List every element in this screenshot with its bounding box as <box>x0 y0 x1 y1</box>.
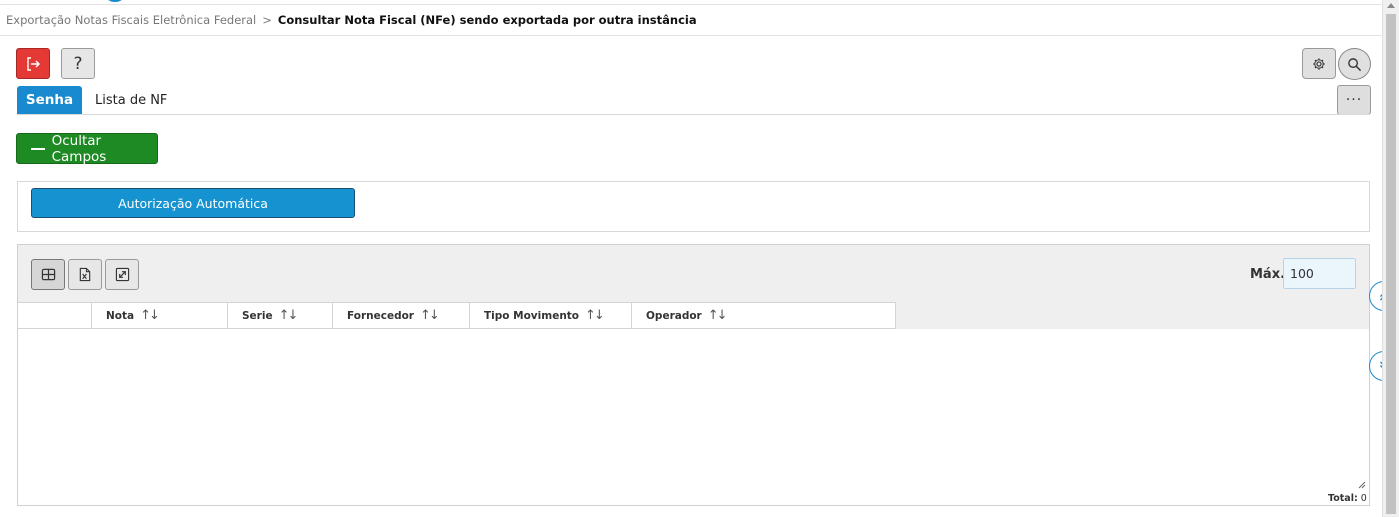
help-button[interactable]: ? <box>61 48 95 79</box>
breadcrumb-current: Consultar Nota Fiscal (NFe) sendo export… <box>277 13 697 27</box>
settings-button[interactable] <box>1302 48 1336 79</box>
column-header-serie[interactable]: Serie ↑↓ <box>228 303 333 328</box>
scroll-arrow-up-icon[interactable] <box>1387 3 1395 8</box>
ellipsis-icon: ··· <box>1345 92 1363 108</box>
column-label: Nota <box>106 309 135 322</box>
total-value: 0 <box>1360 493 1367 504</box>
exit-icon <box>27 56 40 71</box>
column-header-fornecedor[interactable]: Fornecedor ↑↓ <box>333 303 470 328</box>
breadcrumb-divider <box>0 35 1382 36</box>
column-label: Tipo Movimento <box>484 309 580 322</box>
column-header-nota[interactable]: Nota ↑↓ <box>92 303 228 328</box>
search-button[interactable] <box>1338 48 1371 80</box>
sort-icon[interactable]: ↑↓ <box>140 308 160 323</box>
grid-icon <box>41 268 55 281</box>
sort-icon[interactable]: ↑↓ <box>279 308 299 323</box>
column-header-tipo-movimento[interactable]: Tipo Movimento ↑↓ <box>470 303 632 328</box>
gear-icon <box>1313 57 1325 70</box>
max-records-input[interactable] <box>1283 258 1356 289</box>
total-count: Total: 0 <box>1328 493 1367 504</box>
column-header-operador[interactable]: Operador ↑↓ <box>632 303 896 328</box>
header-logo-fragment <box>106 0 124 2</box>
tab-senha[interactable]: Senha <box>17 86 82 114</box>
resize-grip-icon[interactable] <box>1358 481 1366 489</box>
sort-icon[interactable]: ↑↓ <box>585 308 605 323</box>
excel-export-button[interactable] <box>68 259 102 290</box>
tab-lista-de-nf[interactable]: Lista de NF <box>95 93 167 108</box>
scrollbar-thumb[interactable] <box>1386 14 1396 514</box>
total-label: Total: <box>1328 493 1358 504</box>
column-label: Fornecedor <box>347 309 414 322</box>
breadcrumb-separator: > <box>262 13 272 27</box>
grid-view-button[interactable] <box>31 259 65 290</box>
help-icon: ? <box>73 53 83 74</box>
tabs-divider <box>17 114 1370 115</box>
excel-icon <box>79 267 91 282</box>
actions-panel: Autorização Automática <box>17 181 1370 232</box>
select-column-header <box>18 303 92 328</box>
breadcrumb-parent[interactable]: Exportação Notas Fiscais Eletrônica Fede… <box>6 13 256 27</box>
column-label: Serie <box>242 309 273 322</box>
more-options-button[interactable]: ··· <box>1337 85 1371 115</box>
auto-authorization-button[interactable]: Autorização Automática <box>31 188 355 218</box>
expand-button[interactable] <box>105 259 139 290</box>
sort-icon[interactable]: ↑↓ <box>708 308 728 323</box>
hide-fields-button[interactable]: Ocultar Campos <box>16 132 158 165</box>
page: Exportação Notas Fiscais Eletrônica Fede… <box>0 0 1399 517</box>
grid-panel: Máx. Nota ↑↓ Serie ↑↓ Fornecedor ↑↓ Tipo Mo… <box>17 244 1370 506</box>
top-header-strip <box>0 0 1382 5</box>
page-scrollbar[interactable] <box>1382 0 1399 517</box>
sort-icon[interactable]: ↑↓ <box>420 308 440 323</box>
expand-icon <box>115 267 129 282</box>
breadcrumb: Exportação Notas Fiscais Eletrônica Fede… <box>6 13 697 27</box>
grid-header-row: Nota ↑↓ Serie ↑↓ Fornecedor ↑↓ Tipo Movimen… <box>18 302 896 329</box>
exit-button[interactable] <box>16 48 50 79</box>
column-label: Operador <box>646 309 702 322</box>
hide-fields-label: Ocultar Campos <box>51 132 107 165</box>
max-records-label: Máx. <box>1250 267 1286 282</box>
minus-icon <box>31 147 45 150</box>
search-icon <box>1348 57 1362 71</box>
